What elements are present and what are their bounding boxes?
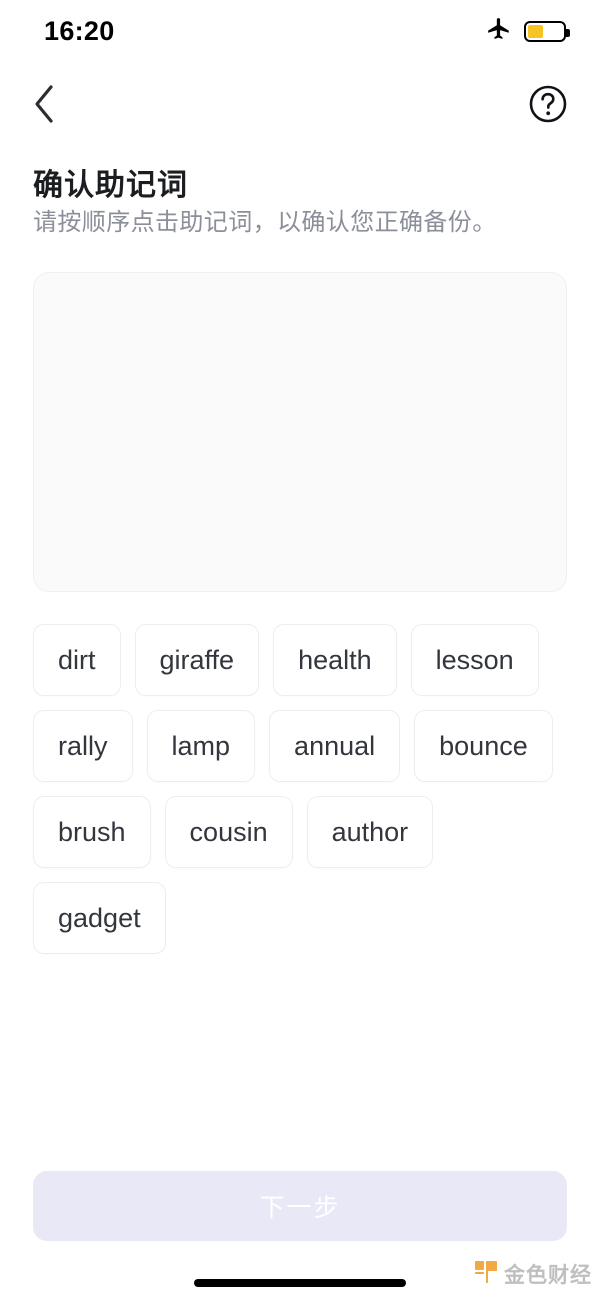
phone-screen: 16:20 确认助记词 请按顺序点击助记词，以确认您正确备份。 dirt gir…: [0, 0, 600, 1299]
airplane-mode-icon: [486, 16, 512, 47]
word-chip[interactable]: lesson: [410, 624, 539, 696]
help-button[interactable]: [526, 83, 570, 127]
selected-words-area[interactable]: [33, 272, 567, 592]
watermark: 金色财经: [475, 1259, 592, 1289]
word-chip[interactable]: cousin: [164, 796, 293, 868]
question-mark-circle-icon: [528, 84, 568, 127]
word-chip[interactable]: lamp: [146, 710, 256, 782]
word-chip[interactable]: dirt: [33, 624, 121, 696]
watermark-text: 金色财经: [504, 1264, 592, 1287]
battery-icon: [524, 20, 570, 42]
word-chip[interactable]: brush: [33, 796, 151, 868]
back-button[interactable]: [20, 80, 70, 130]
navigation-bar: [0, 78, 600, 132]
status-bar-indicators: [486, 16, 570, 47]
word-pool: dirt giraffe health lesson rally lamp annual bo…: [33, 624, 567, 954]
jinse-logo-icon: [475, 1260, 497, 1288]
word-chip[interactable]: annual: [269, 710, 401, 782]
status-bar-time: 16:20: [44, 15, 115, 46]
chevron-left-icon: [32, 84, 58, 127]
battery-fill: [528, 24, 544, 38]
word-chip[interactable]: health: [273, 624, 397, 696]
page-subtitle: 请按顺序点击助记词，以确认您正确备份。: [33, 209, 497, 236]
word-chip[interactable]: rally: [33, 710, 133, 782]
page-title: 确认助记词: [33, 169, 188, 202]
word-chip[interactable]: gadget: [33, 882, 166, 954]
word-chip[interactable]: author: [306, 796, 434, 868]
next-step-button[interactable]: 下一步: [33, 1171, 567, 1241]
word-chip[interactable]: bounce: [414, 710, 553, 782]
status-bar: 16:20: [0, 0, 600, 62]
word-chip[interactable]: giraffe: [134, 624, 260, 696]
home-indicator: [194, 1279, 406, 1287]
